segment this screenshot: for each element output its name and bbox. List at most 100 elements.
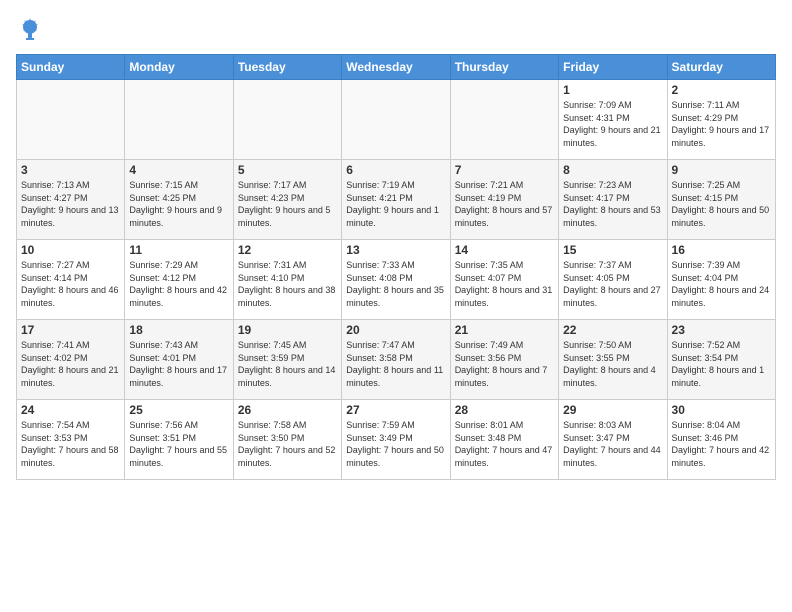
day-info: Sunrise: 7:37 AM Sunset: 4:05 PM Dayligh… — [563, 259, 662, 309]
day-info: Sunrise: 7:23 AM Sunset: 4:17 PM Dayligh… — [563, 179, 662, 229]
day-info: Sunrise: 7:43 AM Sunset: 4:01 PM Dayligh… — [129, 339, 228, 389]
day-info: Sunrise: 7:19 AM Sunset: 4:21 PM Dayligh… — [346, 179, 445, 229]
day-info: Sunrise: 7:58 AM Sunset: 3:50 PM Dayligh… — [238, 419, 337, 469]
day-number: 11 — [129, 243, 228, 257]
calendar-cell: 12 Sunrise: 7:31 AM Sunset: 4:10 PM Dayli… — [233, 240, 341, 320]
page-header — [16, 16, 776, 44]
calendar-cell: 11 Sunrise: 7:29 AM Sunset: 4:12 PM Dayli… — [125, 240, 233, 320]
day-info: Sunrise: 7:25 AM Sunset: 4:15 PM Dayligh… — [672, 179, 771, 229]
day-number: 14 — [455, 243, 554, 257]
day-number: 26 — [238, 403, 337, 417]
day-number: 28 — [455, 403, 554, 417]
day-number: 23 — [672, 323, 771, 337]
day-number: 22 — [563, 323, 662, 337]
day-info: Sunrise: 7:21 AM Sunset: 4:19 PM Dayligh… — [455, 179, 554, 229]
day-number: 10 — [21, 243, 120, 257]
calendar-cell: 21Sunrise: 7:49 AM Sunset: 3:56 PM Dayli… — [450, 320, 558, 400]
day-info: Sunrise: 7:59 AM Sunset: 3:49 PM Dayligh… — [346, 419, 445, 469]
day-info: Sunrise: 7:11 AM Sunset: 4:29 PM Dayligh… — [672, 99, 771, 149]
calendar-cell: 19 Sunrise: 7:45 AM Sunset: 3:59 PM Dayli… — [233, 320, 341, 400]
day-number: 4 — [129, 163, 228, 177]
calendar-cell — [233, 80, 341, 160]
day-info: Sunrise: 7:31 AM Sunset: 4:10 PM Dayligh… — [238, 259, 337, 309]
day-number: 18 — [129, 323, 228, 337]
day-number: 29 — [563, 403, 662, 417]
day-number: 19 — [238, 323, 337, 337]
day-number: 13 — [346, 243, 445, 257]
col-friday: Friday — [559, 55, 667, 80]
day-info: Sunrise: 7:47 AM Sunset: 3:58 PM Dayligh… — [346, 339, 445, 389]
calendar-cell: 25 Sunrise: 7:56 AM Sunset: 3:51 PM Dayli… — [125, 400, 233, 480]
day-number: 16 — [672, 243, 771, 257]
day-info: Sunrise: 7:13 AM Sunset: 4:27 PM Dayligh… — [21, 179, 120, 229]
page-container: Sunday Monday Tuesday Wednesday Thursday… — [0, 0, 792, 612]
day-number: 6 — [346, 163, 445, 177]
day-info: Sunrise: 7:35 AM Sunset: 4:07 PM Dayligh… — [455, 259, 554, 309]
calendar-cell: 18 Sunrise: 7:43 AM Sunset: 4:01 PM Dayli… — [125, 320, 233, 400]
col-tuesday: Tuesday — [233, 55, 341, 80]
day-info: Sunrise: 7:39 AM Sunset: 4:04 PM Dayligh… — [672, 259, 771, 309]
day-info: Sunrise: 7:09 AM Sunset: 4:31 PM Dayligh… — [563, 99, 662, 149]
col-sunday: Sunday — [17, 55, 125, 80]
col-saturday: Saturday — [667, 55, 775, 80]
day-info: Sunrise: 7:27 AM Sunset: 4:14 PM Dayligh… — [21, 259, 120, 309]
day-number: 25 — [129, 403, 228, 417]
day-number: 3 — [21, 163, 120, 177]
calendar-cell: 27 Sunrise: 7:59 AM Sunset: 3:49 PM Dayli… — [342, 400, 450, 480]
calendar-cell: 8 Sunrise: 7:23 AM Sunset: 4:17 PM Daylig… — [559, 160, 667, 240]
day-info: Sunrise: 8:04 AM Sunset: 3:46 PM Dayligh… — [672, 419, 771, 469]
day-info: Sunrise: 7:54 AM Sunset: 3:53 PM Dayligh… — [21, 419, 120, 469]
day-info: Sunrise: 7:17 AM Sunset: 4:23 PM Dayligh… — [238, 179, 337, 229]
day-info: Sunrise: 7:52 AM Sunset: 3:54 PM Dayligh… — [672, 339, 771, 389]
day-info: Sunrise: 7:29 AM Sunset: 4:12 PM Dayligh… — [129, 259, 228, 309]
calendar-week-1: 1 Sunrise: 7:09 AM Sunset: 4:31 PM Daylig… — [17, 80, 776, 160]
day-number: 17 — [21, 323, 120, 337]
calendar-cell — [450, 80, 558, 160]
calendar-cell: 20 Sunrise: 7:47 AM Sunset: 3:58 PM Dayli… — [342, 320, 450, 400]
day-info: Sunrise: 7:56 AM Sunset: 3:51 PM Dayligh… — [129, 419, 228, 469]
calendar-cell: 7 Sunrise: 7:21 AM Sunset: 4:19 PM Daylig… — [450, 160, 558, 240]
calendar-week-3: 10 Sunrise: 7:27 AM Sunset: 4:14 PM Dayli… — [17, 240, 776, 320]
calendar-week-4: 17 Sunrise: 7:41 AM Sunset: 4:02 PM Dayli… — [17, 320, 776, 400]
day-number: 24 — [21, 403, 120, 417]
calendar-cell: 22 Sunrise: 7:50 AM Sunset: 3:55 PM Dayli… — [559, 320, 667, 400]
day-number: 20 — [346, 323, 445, 337]
calendar-cell: 28 Sunrise: 8:01 AM Sunset: 3:48 PM Dayli… — [450, 400, 558, 480]
calendar-cell: 16 Sunrise: 7:39 AM Sunset: 4:04 PM Dayli… — [667, 240, 775, 320]
day-number: 12 — [238, 243, 337, 257]
day-number: 27 — [346, 403, 445, 417]
calendar-header-row: Sunday Monday Tuesday Wednesday Thursday… — [17, 55, 776, 80]
calendar-cell: 6 Sunrise: 7:19 AM Sunset: 4:21 PM Daylig… — [342, 160, 450, 240]
calendar-cell: 24 Sunrise: 7:54 AM Sunset: 3:53 PM Dayli… — [17, 400, 125, 480]
calendar-cell: 3 Sunrise: 7:13 AM Sunset: 4:27 PM Daylig… — [17, 160, 125, 240]
calendar-cell: 5 Sunrise: 7:17 AM Sunset: 4:23 PM Daylig… — [233, 160, 341, 240]
day-info: Sunrise: 7:41 AM Sunset: 4:02 PM Dayligh… — [21, 339, 120, 389]
col-wednesday: Wednesday — [342, 55, 450, 80]
day-number: 5 — [238, 163, 337, 177]
day-number: 7 — [455, 163, 554, 177]
day-info: Sunrise: 7:15 AM Sunset: 4:25 PM Dayligh… — [129, 179, 228, 229]
col-monday: Monday — [125, 55, 233, 80]
day-info: Sunrise: 7:49 AM Sunset: 3:56 PM Dayligh… — [455, 339, 554, 389]
day-number: 1 — [563, 83, 662, 97]
calendar-cell: 9Sunrise: 7:25 AM Sunset: 4:15 PM Daylig… — [667, 160, 775, 240]
day-info: Sunrise: 7:45 AM Sunset: 3:59 PM Dayligh… — [238, 339, 337, 389]
calendar-cell: 26 Sunrise: 7:58 AM Sunset: 3:50 PM Dayli… — [233, 400, 341, 480]
calendar-cell: 23 Sunrise: 7:52 AM Sunset: 3:54 PM Dayli… — [667, 320, 775, 400]
logo — [16, 16, 48, 44]
calendar-cell: 15Sunrise: 7:37 AM Sunset: 4:05 PM Dayli… — [559, 240, 667, 320]
col-thursday: Thursday — [450, 55, 558, 80]
calendar-cell: 30 Sunrise: 8:04 AM Sunset: 3:46 PM Dayli… — [667, 400, 775, 480]
day-number: 2 — [672, 83, 771, 97]
calendar-week-5: 24 Sunrise: 7:54 AM Sunset: 3:53 PM Dayli… — [17, 400, 776, 480]
day-number: 30 — [672, 403, 771, 417]
calendar-cell — [17, 80, 125, 160]
calendar-cell: 2 Sunrise: 7:11 AM Sunset: 4:29 PM Daylig… — [667, 80, 775, 160]
calendar-table: Sunday Monday Tuesday Wednesday Thursday… — [16, 54, 776, 480]
day-info: Sunrise: 7:50 AM Sunset: 3:55 PM Dayligh… — [563, 339, 662, 389]
calendar-cell: 10 Sunrise: 7:27 AM Sunset: 4:14 PM Dayli… — [17, 240, 125, 320]
day-info: Sunrise: 8:01 AM Sunset: 3:48 PM Dayligh… — [455, 419, 554, 469]
calendar-cell: 13Sunrise: 7:33 AM Sunset: 4:08 PM Dayli… — [342, 240, 450, 320]
day-number: 8 — [563, 163, 662, 177]
calendar-week-2: 3 Sunrise: 7:13 AM Sunset: 4:27 PM Daylig… — [17, 160, 776, 240]
